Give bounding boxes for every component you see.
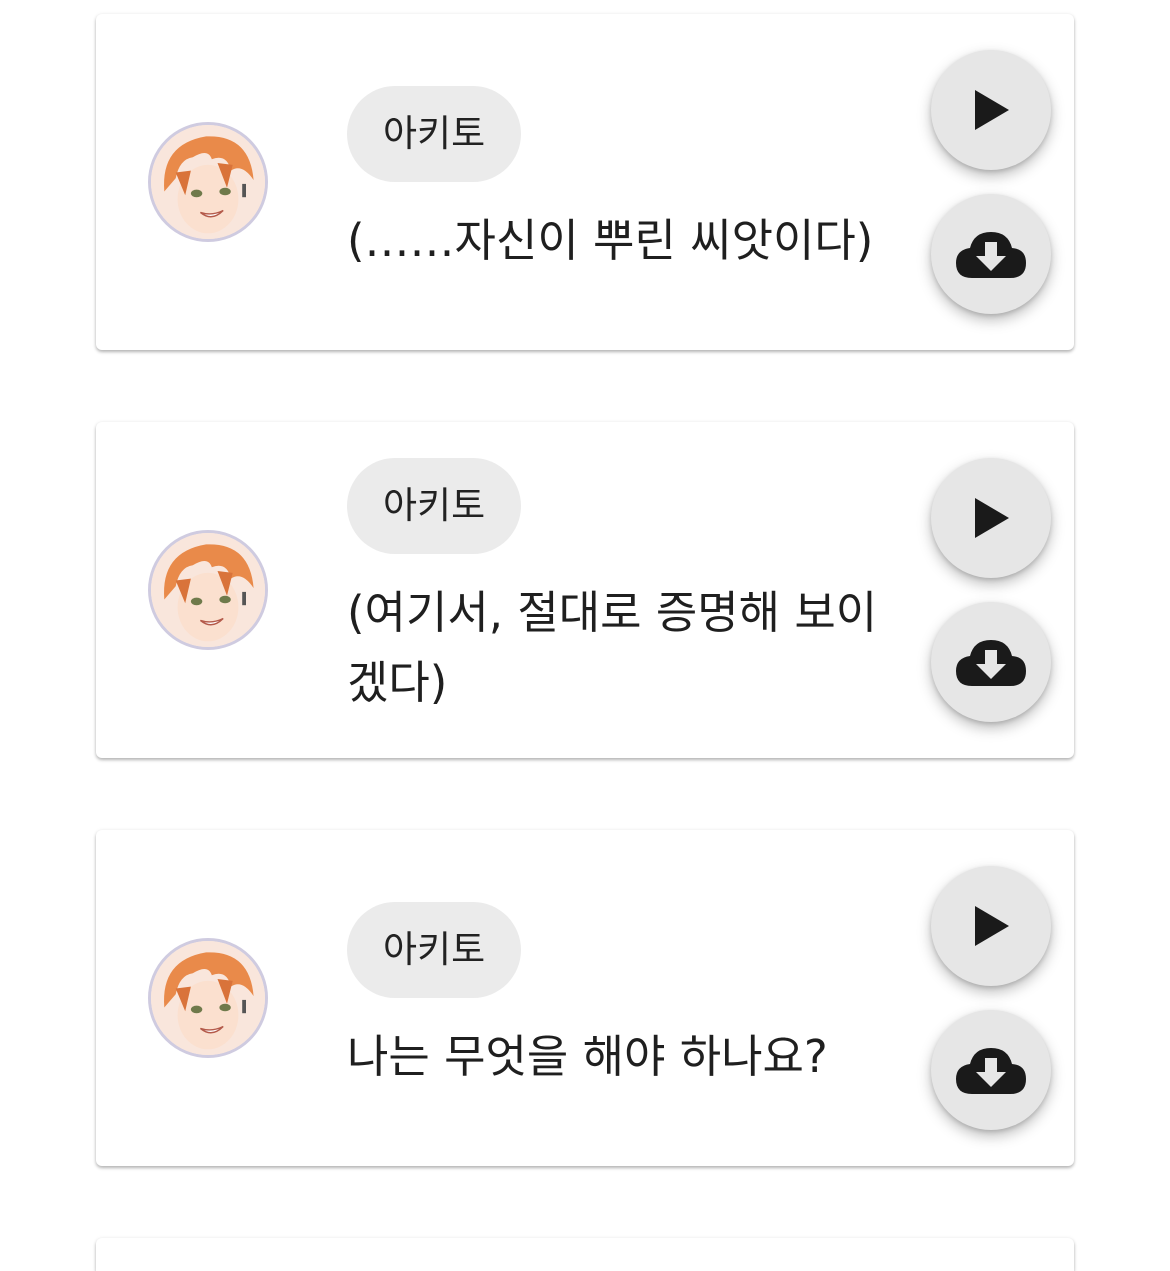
play-icon [975, 906, 1009, 946]
character-avatar [148, 938, 268, 1058]
voice-line-card: 아키토 나는 무엇을 해야 하나요? [96, 830, 1074, 1166]
cloud-download-icon [956, 640, 1026, 686]
speaker-name-chip: 아키토 [347, 458, 522, 554]
play-button[interactable] [931, 866, 1051, 986]
character-avatar [148, 530, 268, 650]
cloud-download-icon [956, 1048, 1026, 1094]
voice-line-card [96, 1238, 1074, 1271]
character-avatar [148, 122, 268, 242]
play-icon [975, 498, 1009, 538]
message-text: 나는 무엇을 해야 하나요? [347, 1030, 828, 1083]
voice-line-card: 아키토 (여기서, 절대로 증명해 보이겠다) [96, 422, 1074, 758]
voice-line-card: 아키토 (……자신이 뿌린 씨앗이다) [96, 14, 1074, 350]
cloud-download-icon [956, 232, 1026, 278]
download-button[interactable] [931, 1010, 1051, 1130]
play-icon [975, 90, 1009, 130]
download-button[interactable] [931, 194, 1051, 314]
message-text: (여기서, 절대로 증명해 보이겠다) [347, 586, 878, 709]
speaker-name-chip: 아키토 [347, 902, 522, 998]
play-button[interactable] [931, 458, 1051, 578]
download-button[interactable] [931, 602, 1051, 722]
play-button[interactable] [931, 50, 1051, 170]
message-text: (……자신이 뿌린 씨앗이다) [347, 214, 874, 267]
speaker-name-chip: 아키토 [347, 86, 522, 182]
